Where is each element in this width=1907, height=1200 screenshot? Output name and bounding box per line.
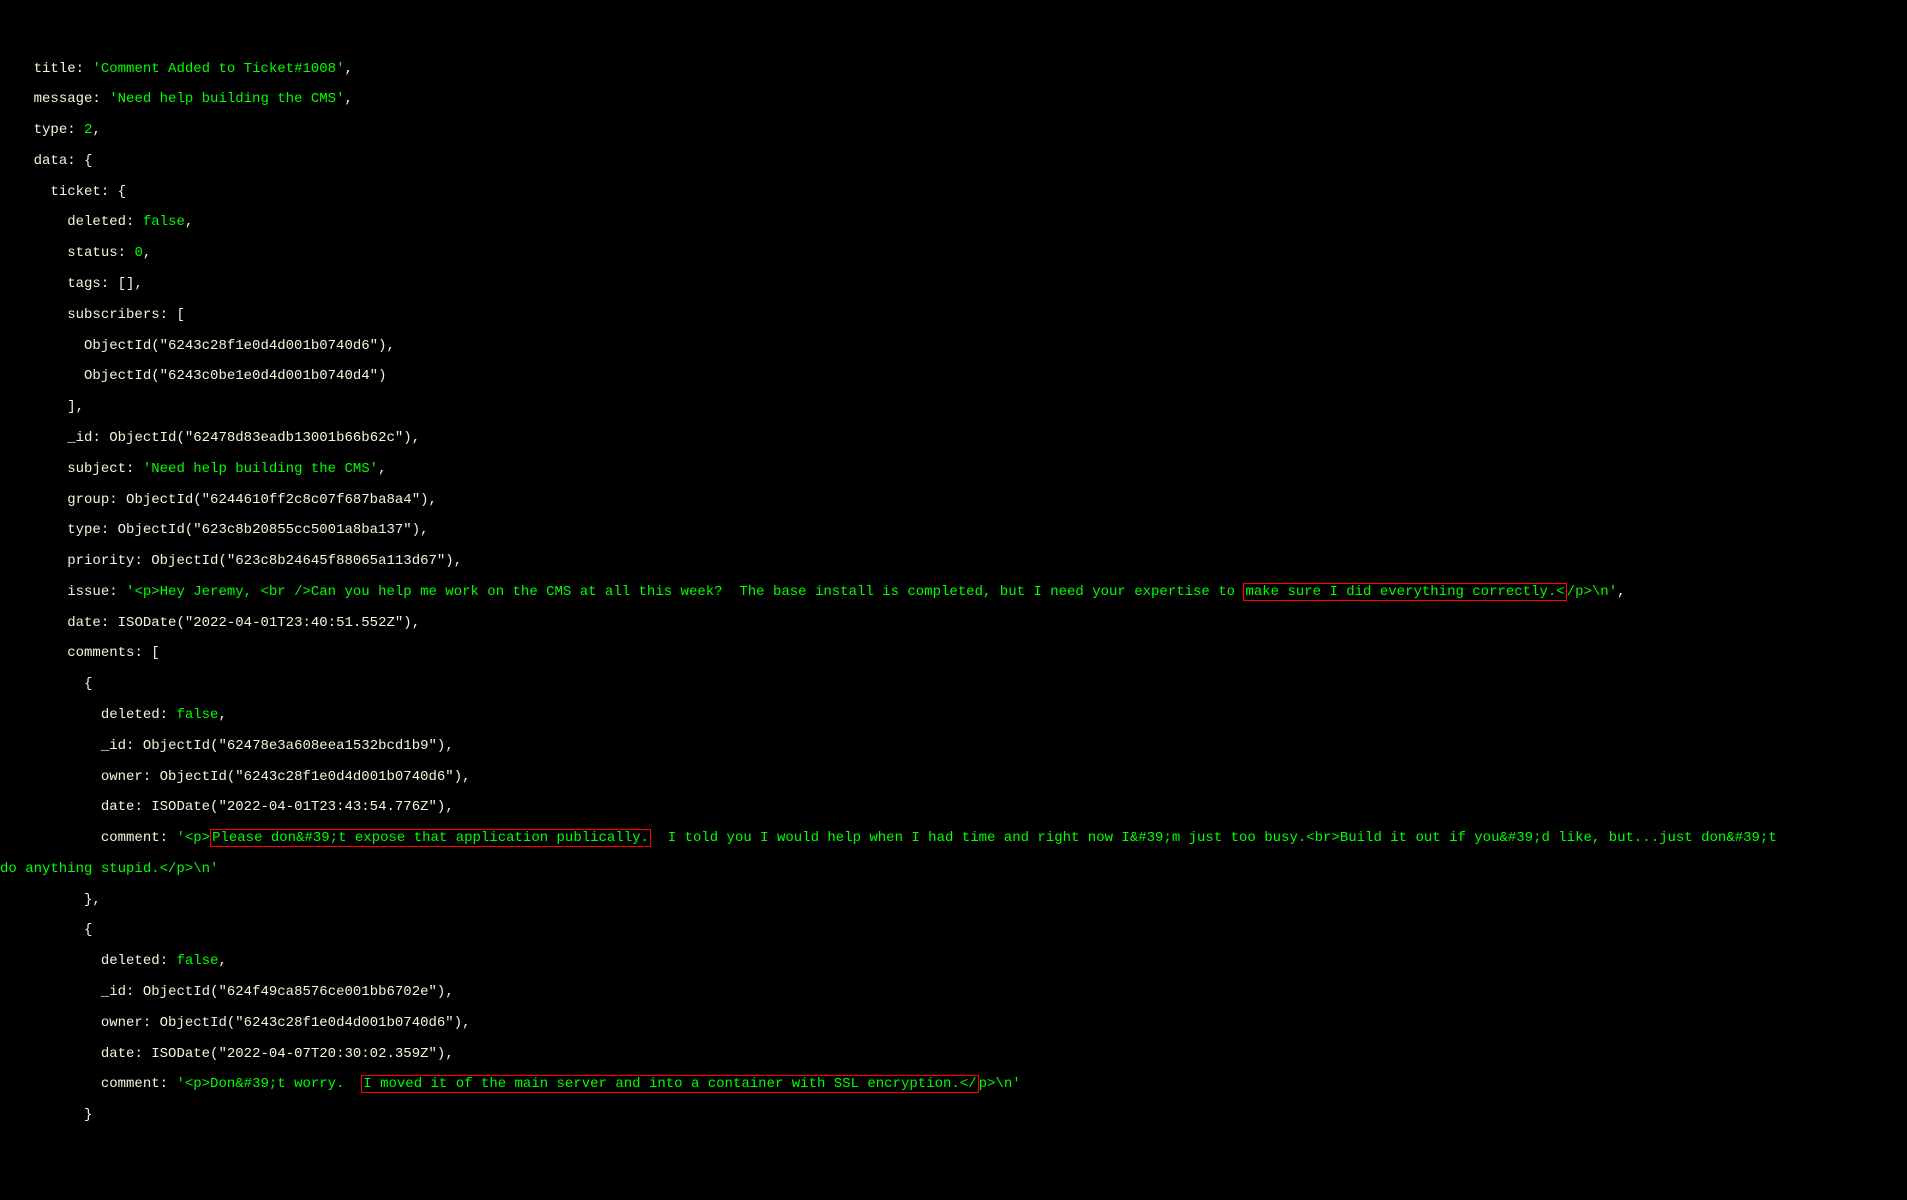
code-line: group: ObjectId("6244610ff2c8c07f687ba8a…	[0, 493, 1907, 508]
code-line: date: ISODate("2022-04-01T23:43:54.776Z"…	[0, 800, 1907, 815]
code-line: {	[0, 677, 1907, 692]
highlight-issue: make sure I did everything correctly.<	[1243, 583, 1566, 601]
code-line: do anything stupid.</p>\n'	[0, 862, 1907, 877]
code-line: subscribers: [	[0, 308, 1907, 323]
code-line: comments: [	[0, 646, 1907, 661]
code-line: comment: '<p>Don&#39;t worry. I moved it…	[0, 1077, 1907, 1092]
code-line: ticket: {	[0, 185, 1907, 200]
code-line: deleted: false,	[0, 708, 1907, 723]
code-line: ObjectId("6243c28f1e0d4d001b0740d6"),	[0, 339, 1907, 354]
code-line: data: {	[0, 154, 1907, 169]
code-line: },	[0, 893, 1907, 908]
code-line: date: ISODate("2022-04-07T20:30:02.359Z"…	[0, 1047, 1907, 1062]
code-line: deleted: false,	[0, 954, 1907, 969]
code-line: title: 'Comment Added to Ticket#1008',	[0, 62, 1907, 77]
code-line: ],	[0, 400, 1907, 415]
code-line: }	[0, 1108, 1907, 1123]
code-line: ObjectId("6243c0be1e0d4d001b0740d4")	[0, 369, 1907, 384]
code-line: _id: ObjectId("62478e3a608eea1532bcd1b9"…	[0, 739, 1907, 754]
code-line: owner: ObjectId("6243c28f1e0d4d001b0740d…	[0, 770, 1907, 785]
code-line: subject: 'Need help building the CMS',	[0, 462, 1907, 477]
code-line: priority: ObjectId("623c8b24645f88065a11…	[0, 554, 1907, 569]
code-line: status: 0,	[0, 246, 1907, 261]
code-line: {	[0, 923, 1907, 938]
code-line: message: 'Need help building the CMS',	[0, 92, 1907, 107]
code-line: deleted: false,	[0, 215, 1907, 230]
code-line: owner: ObjectId("6243c28f1e0d4d001b0740d…	[0, 1016, 1907, 1031]
code-line: date: ISODate("2022-04-01T23:40:51.552Z"…	[0, 616, 1907, 631]
code-line: tags: [],	[0, 277, 1907, 292]
code-line: _id: ObjectId("624f49ca8576ce001bb6702e"…	[0, 985, 1907, 1000]
code-line: type: ObjectId("623c8b20855cc5001a8ba137…	[0, 523, 1907, 538]
code-line: type: 2,	[0, 123, 1907, 138]
code-line: _id: ObjectId("62478d83eadb13001b66b62c"…	[0, 431, 1907, 446]
highlight-comment-2: I moved it of the main server and into a…	[361, 1075, 978, 1093]
highlight-comment-1: Please don&#39;t expose that application…	[210, 829, 651, 847]
code-line: issue: '<p>Hey Jeremy, <br />Can you hel…	[0, 585, 1907, 600]
code-line: comment: '<p>Please don&#39;t expose tha…	[0, 831, 1907, 846]
